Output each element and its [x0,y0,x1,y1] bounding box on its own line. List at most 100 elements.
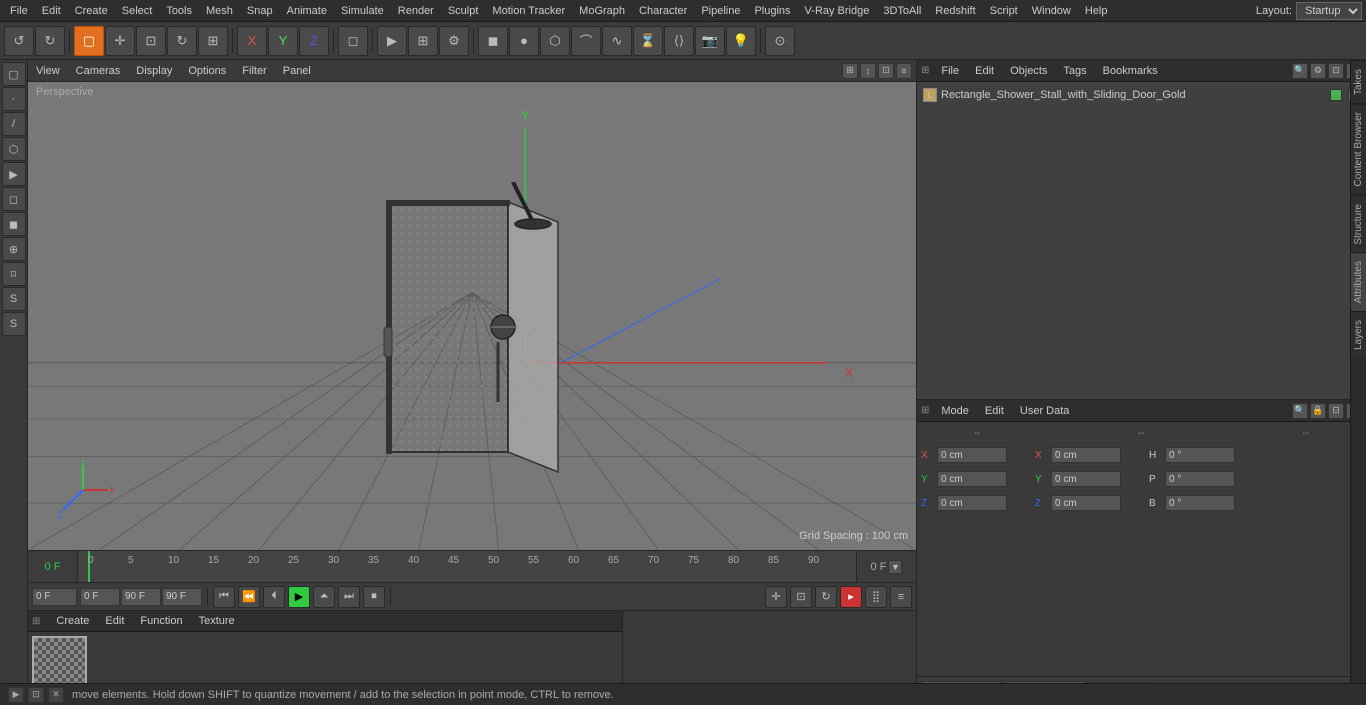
timeline-settings[interactable]: ▼ [888,560,902,574]
deformer-button[interactable]: ⟨⟩ [664,26,694,56]
menu-redshift[interactable]: Redshift [929,3,981,19]
attr-search-icon[interactable]: 🔍 [1292,403,1308,419]
material-menu-texture[interactable]: Texture [195,613,239,629]
go-to-end-button[interactable]: ⏭ [338,586,360,608]
cylinder-button[interactable]: ⬡ [540,26,570,56]
redo-button[interactable]: ↻ [35,26,65,56]
left-tool-axis[interactable]: ⊕ [2,237,26,261]
menu-create[interactable]: Create [69,3,114,19]
material-menu-function[interactable]: Function [136,613,186,629]
menu-motion-tracker[interactable]: Motion Tracker [486,3,571,19]
left-tool-magnet[interactable]: S [2,287,26,311]
menu-vray[interactable]: V-Ray Bridge [799,3,876,19]
status-close-icon[interactable]: ✕ [48,687,64,703]
left-tool-paint[interactable]: S [2,312,26,336]
attr-menu-edit[interactable]: Edit [981,403,1008,419]
menu-3dtoall[interactable]: 3DToAll [877,3,927,19]
vp-icon-expand[interactable]: ⊞ [842,63,858,79]
h-input[interactable] [1165,447,1235,463]
scale-tool[interactable]: ⊡ [136,26,166,56]
tab-attributes[interactable]: Attributes [1351,252,1366,311]
z-pos-input[interactable] [937,495,1007,511]
menu-snap[interactable]: Snap [241,3,279,19]
render-settings-button[interactable]: ⚙ [439,26,469,56]
vp-menu-panel[interactable]: Panel [279,63,315,79]
x-rot-input[interactable] [1051,447,1121,463]
vp-icon-fullscreen[interactable]: ⊡ [878,63,894,79]
camera-button[interactable]: 📷 [695,26,725,56]
axis-y-button[interactable]: Y [268,26,298,56]
menu-tools[interactable]: Tools [160,3,198,19]
p-input[interactable] [1165,471,1235,487]
menu-select[interactable]: Select [116,3,159,19]
vp-icon-arrows[interactable]: ↕ [860,63,876,79]
tab-layers[interactable]: Layers [1351,311,1366,358]
end-frame-input[interactable] [121,588,161,606]
menu-render[interactable]: Render [392,3,440,19]
vp-menu-cameras[interactable]: Cameras [72,63,125,79]
x-pos-input[interactable] [937,447,1007,463]
object-tool[interactable]: ◻ [338,26,368,56]
move-tool[interactable]: ✛ [105,26,135,56]
stop-button[interactable]: ⏹ [363,586,385,608]
menu-window[interactable]: Window [1026,3,1077,19]
axis-z-button[interactable]: Z [299,26,329,56]
left-tool-edges[interactable]: / [2,112,26,136]
object-color-swatch[interactable] [1330,89,1342,101]
attr-expand-icon[interactable]: ⊡ [1328,403,1344,419]
vp-icon-more[interactable]: ≡ [896,63,912,79]
menu-edit[interactable]: Edit [36,3,67,19]
vp-menu-display[interactable]: Display [132,63,176,79]
status-play-icon[interactable]: ▶ [8,687,24,703]
next-frame-button[interactable]: ⏶ [313,586,335,608]
material-menu-create[interactable]: Create [52,613,93,629]
snap-button[interactable]: ⊙ [765,26,795,56]
left-tool-select[interactable]: ▢ [2,62,26,86]
transform-tool[interactable]: ⊞ [198,26,228,56]
left-tool-live[interactable]: ▶ [2,162,26,186]
om-settings-icon[interactable]: ⚙ [1310,63,1326,79]
cube-button[interactable]: ◼ [478,26,508,56]
render-frame-button[interactable]: ▶ [377,26,407,56]
landscape-button[interactable]: ⌒ [571,26,601,56]
layout-dropdown[interactable]: Startup [1296,2,1362,20]
y-pos-input[interactable] [937,471,1007,487]
axis-x-button[interactable]: X [237,26,267,56]
menu-animate[interactable]: Animate [281,3,333,19]
pb-grid-button[interactable]: ⣿ [865,586,887,608]
object-row-shower[interactable]: L Rectangle_Shower_Stall_with_Sliding_Do… [919,84,1364,106]
menu-help[interactable]: Help [1079,3,1114,19]
menu-sculpt[interactable]: Sculpt [442,3,485,19]
play-reverse-button[interactable]: ⏴ [263,586,285,608]
pb-move-tool[interactable]: ✛ [765,586,787,608]
start-frame-input[interactable] [80,588,120,606]
menu-plugins[interactable]: Plugins [748,3,796,19]
om-menu-objects[interactable]: Objects [1006,63,1051,79]
menu-character[interactable]: Character [633,3,693,19]
pb-rotate-tool[interactable]: ↻ [815,586,837,608]
total-frames-input[interactable] [162,588,202,606]
spline-button[interactable]: ∿ [602,26,632,56]
attr-menu-userdata[interactable]: User Data [1016,403,1074,419]
go-to-start-button[interactable]: ⏮ [213,586,235,608]
nurbs-button[interactable]: ⌛ [633,26,663,56]
left-tool-texture[interactable]: ◼ [2,212,26,236]
menu-pipeline[interactable]: Pipeline [695,3,746,19]
om-search-icon[interactable]: 🔍 [1292,63,1308,79]
om-menu-edit[interactable]: Edit [971,63,998,79]
menu-simulate[interactable]: Simulate [335,3,390,19]
b-input[interactable] [1165,495,1235,511]
play-button[interactable]: ▶ [288,586,310,608]
vp-menu-options[interactable]: Options [184,63,230,79]
pb-record-button[interactable]: ▸ [840,586,862,608]
current-frame-input[interactable] [32,588,77,606]
undo-button[interactable]: ↺ [4,26,34,56]
viewport-canvas[interactable]: Y X [28,82,916,550]
menu-mesh[interactable]: Mesh [200,3,239,19]
render-picture-button[interactable]: ⊞ [408,26,438,56]
pb-list-button[interactable]: ≡ [890,586,912,608]
om-expand-icon[interactable]: ⊡ [1328,63,1344,79]
attr-lock-icon[interactable]: 🔒 [1310,403,1326,419]
timeline-ruler[interactable]: 0 5 10 15 20 25 30 35 40 45 50 55 60 65 [78,551,856,582]
left-tool-points[interactable]: · [2,87,26,111]
